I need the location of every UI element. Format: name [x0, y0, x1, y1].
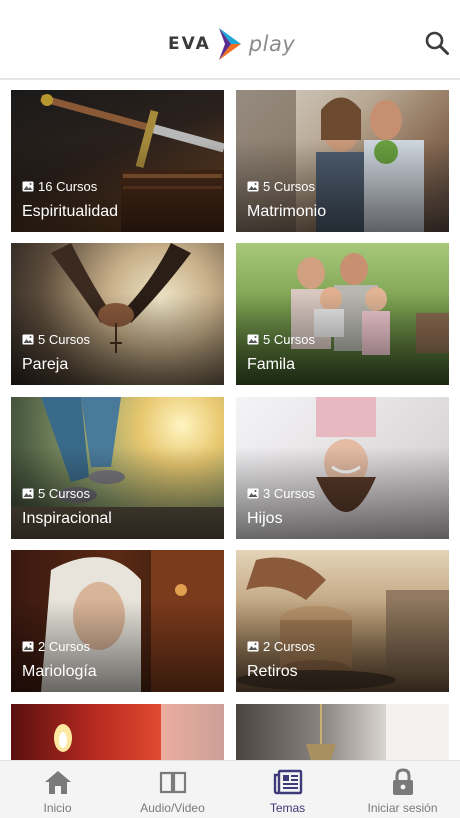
- app-screen: EVA play 16 Cursos Espiritualidad 5 Curs…: [0, 0, 460, 818]
- image-icon: [22, 334, 34, 345]
- course-count: 5 Cursos: [247, 179, 315, 194]
- category-card-famila[interactable]: 5 Cursos Famila: [236, 243, 449, 385]
- nav-item-temas[interactable]: Temas: [230, 761, 345, 818]
- course-count: 2 Cursos: [247, 639, 315, 654]
- image-icon: [247, 181, 259, 192]
- category-card-mariologia[interactable]: 2 Cursos Mariología: [11, 550, 224, 692]
- category-title: Famila: [247, 356, 296, 373]
- search-icon[interactable]: [424, 30, 450, 56]
- course-count: 5 Cursos: [22, 332, 90, 347]
- category-grid: 16 Cursos Espiritualidad 5 Cursos Matrim…: [0, 80, 460, 760]
- nav-label: Inicio: [43, 801, 72, 815]
- image-icon: [247, 641, 259, 652]
- image-icon: [22, 181, 34, 192]
- nav-item-audio-video[interactable]: Audio/Video: [115, 761, 230, 818]
- logo-play-text: play: [248, 32, 296, 56]
- nav-item-inicio[interactable]: Inicio: [0, 761, 115, 818]
- book-icon: [159, 771, 186, 794]
- category-title: Hijos: [247, 510, 283, 527]
- logo-chevron-icon: [218, 28, 241, 60]
- nav-item-iniciar-sesion[interactable]: Iniciar sesión: [345, 761, 460, 818]
- candle-illustration: [54, 704, 224, 760]
- nav-label: Audio/Video: [140, 801, 205, 815]
- category-title: Inspiracional: [22, 510, 112, 527]
- newspaper-icon: [273, 769, 302, 795]
- category-title: Espiritualidad: [22, 203, 119, 220]
- bottom-navigation-bar: Inicio Audio/Video Temas Iniciar sesión: [0, 760, 460, 818]
- category-card-matrimonio[interactable]: 5 Cursos Matrimonio: [236, 90, 449, 232]
- incense-illustration: [306, 704, 449, 760]
- category-card-pareja[interactable]: 5 Cursos Pareja: [11, 243, 224, 385]
- category-card-inspiracional[interactable]: 5 Cursos Inspiracional: [11, 397, 224, 539]
- logo-eva-text: EVA: [168, 34, 211, 54]
- course-count: 5 Cursos: [247, 332, 315, 347]
- home-icon: [44, 771, 71, 794]
- category-title: Mariología: [22, 663, 97, 680]
- category-card-espiritualidad[interactable]: 16 Cursos Espiritualidad: [11, 90, 224, 232]
- category-title: Matrimonio: [247, 203, 327, 220]
- nav-label: Temas: [269, 801, 306, 815]
- category-title: Pareja: [22, 356, 69, 373]
- course-count: 2 Cursos: [22, 639, 90, 654]
- image-icon: [22, 641, 34, 652]
- eva-play-logo: EVA play: [168, 24, 295, 64]
- course-count: 16 Cursos: [22, 179, 97, 194]
- image-icon: [247, 488, 259, 499]
- category-card-partial-right[interactable]: [236, 704, 449, 760]
- nav-label: Iniciar sesión: [367, 801, 438, 815]
- course-count: 5 Cursos: [22, 486, 90, 501]
- category-card-retiros[interactable]: 2 Cursos Retiros: [236, 550, 449, 692]
- category-card-hijos[interactable]: 3 Cursos Hijos: [236, 397, 449, 539]
- image-icon: [22, 488, 34, 499]
- category-card-partial-left[interactable]: [11, 704, 224, 760]
- course-count: 3 Cursos: [247, 486, 315, 501]
- image-icon: [247, 334, 259, 345]
- lock-icon: [392, 768, 413, 795]
- category-title: Retiros: [247, 663, 298, 680]
- top-app-bar: EVA play: [0, 0, 460, 80]
